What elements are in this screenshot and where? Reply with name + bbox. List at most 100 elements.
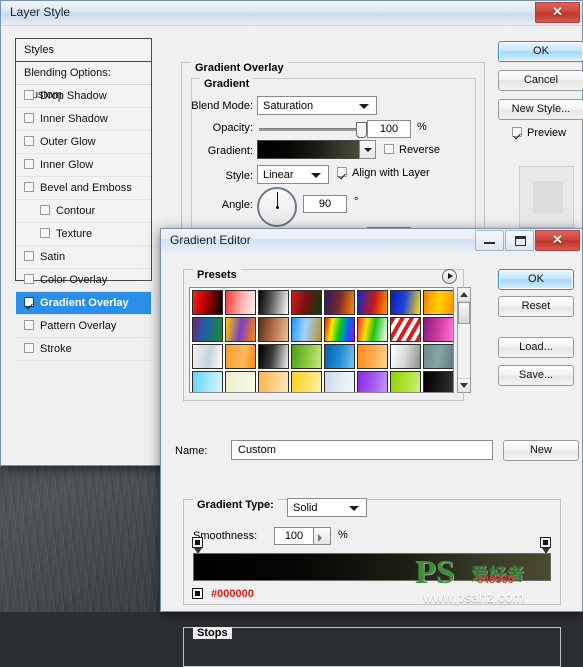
checkbox-stroke[interactable] [24, 343, 34, 353]
preset-swatch[interactable] [291, 371, 322, 392]
gradient-style-select[interactable]: Linear [257, 165, 329, 184]
sidebar-item-drop-shadow[interactable]: Drop Shadow [16, 85, 151, 108]
preset-swatch[interactable] [390, 344, 421, 369]
preset-swatch[interactable] [258, 290, 289, 315]
checkbox-drop-shadow[interactable] [24, 90, 34, 100]
gradient-editor-titlebar[interactable]: Gradient Editor ✕ [161, 229, 582, 254]
close-icon[interactable]: ✕ [535, 2, 580, 23]
preset-swatch[interactable] [225, 317, 256, 342]
checkbox-align-with-layer[interactable] [337, 167, 347, 177]
blending-options-row[interactable]: Blending Options: Custom [16, 62, 151, 101]
preset-swatch[interactable] [357, 317, 388, 342]
preset-swatch[interactable] [423, 344, 453, 369]
sidebar-item-outer-glow[interactable]: Outer Glow [16, 131, 151, 154]
blend-mode-select[interactable]: Saturation [257, 96, 377, 115]
preset-swatch[interactable] [324, 344, 355, 369]
preset-swatch[interactable] [258, 317, 289, 342]
preview-checkbox-row[interactable]: Preview [512, 127, 566, 139]
smoothness-input[interactable]: 100 [274, 527, 314, 545]
checkbox-outer-glow[interactable] [24, 136, 34, 146]
preset-swatch[interactable] [225, 371, 256, 392]
opacity-slider-knob[interactable] [356, 122, 367, 138]
preset-swatch[interactable] [258, 344, 289, 369]
styles-list[interactable]: Styles Blending Options: Custom Drop Sha… [15, 38, 152, 361]
preset-swatch[interactable] [324, 371, 355, 392]
preset-swatch[interactable] [291, 290, 322, 315]
preset-swatch[interactable] [192, 290, 223, 315]
checkbox-gradient-overlay[interactable] [24, 297, 34, 307]
scroll-up-icon[interactable] [458, 288, 470, 302]
sidebar-item-texture[interactable]: Texture [16, 223, 151, 246]
checkbox-reverse[interactable] [384, 144, 394, 154]
checkbox-texture[interactable] [40, 228, 50, 238]
preset-swatch[interactable] [324, 290, 355, 315]
preset-swatch[interactable] [357, 290, 388, 315]
sidebar-item-stroke[interactable]: Stroke [16, 338, 151, 361]
align-with-layer-row[interactable]: Align with Layer [337, 167, 430, 179]
checkbox-contour[interactable] [40, 205, 50, 215]
checkbox-preview[interactable] [512, 127, 522, 137]
maximize-icon[interactable] [505, 230, 534, 251]
checkbox-satin[interactable] [24, 251, 34, 261]
sidebar-item-inner-shadow[interactable]: Inner Shadow [16, 108, 151, 131]
gradient-preview-swatch[interactable] [257, 140, 360, 159]
checkbox-inner-glow[interactable] [24, 159, 34, 169]
cancel-button[interactable]: Cancel [498, 70, 583, 91]
preset-swatch[interactable] [225, 290, 256, 315]
layer-style-titlebar[interactable]: Layer Style ✕ [1, 1, 582, 25]
checkbox-color-overlay[interactable] [24, 274, 34, 284]
ge-load-button[interactable]: Load... [498, 337, 574, 358]
preset-swatch[interactable] [357, 371, 388, 392]
preset-swatch[interactable] [225, 344, 256, 369]
sidebar-item-gradient-overlay[interactable]: Gradient Overlay [16, 292, 151, 315]
ok-button[interactable]: OK [498, 41, 583, 62]
sidebar-item-color-overlay[interactable]: Color Overlay [16, 269, 151, 292]
preset-swatch[interactable] [192, 344, 223, 369]
preset-swatch[interactable] [192, 317, 223, 342]
new-gradient-button[interactable]: New [503, 440, 579, 461]
gradient-type-select[interactable]: Solid [287, 498, 367, 517]
preset-swatch[interactable] [390, 290, 421, 315]
sidebar-item-pattern-overlay[interactable]: Pattern Overlay [16, 315, 151, 338]
preset-swatch[interactable] [324, 317, 355, 342]
opacity-slider-track[interactable] [259, 128, 363, 131]
smoothness-stepper[interactable] [313, 527, 331, 545]
preset-swatch[interactable] [423, 317, 453, 342]
gradient-strip[interactable] [193, 553, 551, 581]
ge-reset-button[interactable]: Reset [498, 296, 574, 317]
color-stop-left[interactable] [192, 588, 203, 599]
presets-flyout-menu-icon[interactable] [442, 269, 457, 284]
angle-dial[interactable] [257, 187, 297, 227]
presets-swatch-panel[interactable] [189, 287, 454, 393]
sidebar-item-inner-glow[interactable]: Inner Glow [16, 154, 151, 177]
sidebar-item-satin[interactable]: Satin [16, 246, 151, 269]
opacity-input[interactable]: 100 [367, 120, 411, 138]
gradient-picker-button[interactable] [359, 140, 376, 159]
sidebar-item-contour[interactable]: Contour [16, 200, 151, 223]
preset-swatch[interactable] [192, 371, 223, 392]
preset-swatch[interactable] [423, 371, 453, 392]
checkbox-pattern-overlay[interactable] [24, 320, 34, 330]
preset-swatch[interactable] [390, 371, 421, 392]
ge-ok-button[interactable]: OK [498, 269, 574, 290]
checkbox-inner-shadow[interactable] [24, 113, 34, 123]
preset-swatch[interactable] [291, 344, 322, 369]
reverse-checkbox-row[interactable]: Reverse [384, 144, 440, 156]
preset-swatch[interactable] [423, 290, 453, 315]
preset-swatch[interactable] [357, 344, 388, 369]
gradient-name-input[interactable]: Custom [231, 440, 493, 460]
scroll-down-icon[interactable] [458, 378, 470, 392]
minimize-icon[interactable] [475, 230, 504, 251]
preset-swatch[interactable] [258, 371, 289, 392]
scrollbar-thumb[interactable] [458, 302, 470, 324]
angle-input[interactable]: 90 [303, 195, 347, 213]
opacity-stop-left[interactable] [192, 537, 203, 554]
preset-swatch[interactable] [291, 317, 322, 342]
ge-save-button[interactable]: Save... [498, 365, 574, 386]
opacity-stop-right[interactable] [540, 537, 551, 554]
sidebar-item-bevel-and-emboss[interactable]: Bevel and Emboss [16, 177, 151, 200]
close-icon[interactable]: ✕ [535, 230, 580, 251]
presets-scrollbar[interactable] [457, 287, 471, 393]
new-style-button[interactable]: New Style... [498, 99, 583, 120]
checkbox-bevel-and-emboss[interactable] [24, 182, 34, 192]
